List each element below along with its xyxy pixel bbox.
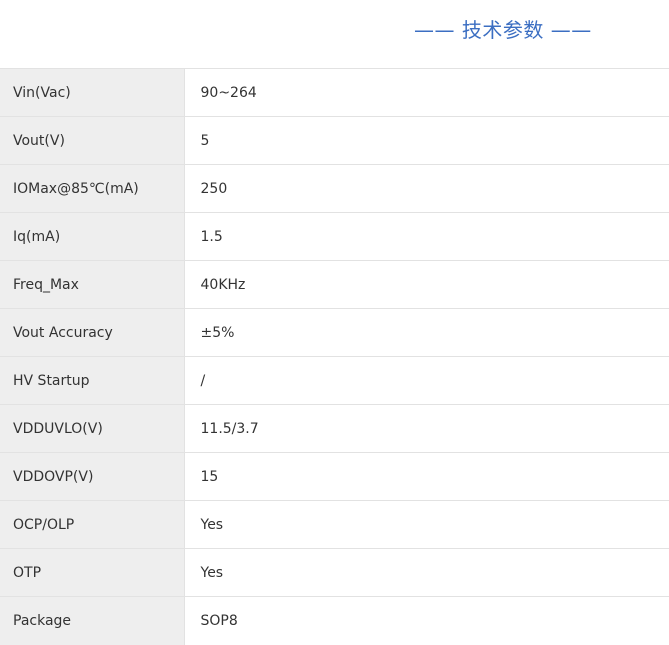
specs-table-body: Vin(Vac) 90~264 Vout(V) 5 IOMax@85℃(mA) … [0, 68, 669, 645]
param-name-cell: IOMax@85℃(mA) [0, 164, 185, 213]
param-value-cell: 250 [184, 164, 669, 213]
param-name-cell: VDDUVLO(V) [0, 404, 185, 453]
table-row: Package SOP8 [0, 596, 669, 645]
param-name-cell: Package [0, 596, 185, 645]
param-value-cell: 11.5/3.7 [184, 404, 669, 453]
param-value-cell: 5 [184, 116, 669, 165]
param-name-cell: Freq_Max [0, 260, 185, 309]
table-row: Freq_Max 40KHz [0, 260, 669, 309]
table-row: OTP Yes [0, 548, 669, 597]
param-name-cell: VDDOVP(V) [0, 452, 185, 501]
param-value-cell: 1.5 [184, 212, 669, 261]
table-row: Vout Accuracy ±5% [0, 308, 669, 357]
section-header: —— 技术参数 —— [0, 0, 669, 68]
section-title: —— 技术参数 —— [414, 18, 592, 42]
param-name-cell: HV Startup [0, 356, 185, 405]
param-value-cell: SOP8 [184, 596, 669, 645]
param-name-cell: Vout Accuracy [0, 308, 185, 357]
table-row: VDDUVLO(V) 11.5/3.7 [0, 404, 669, 453]
param-value-cell: Yes [184, 500, 669, 549]
table-row: HV Startup / [0, 356, 669, 405]
param-value-cell: / [184, 356, 669, 405]
param-name-cell: OTP [0, 548, 185, 597]
table-row: OCP/OLP Yes [0, 500, 669, 549]
table-row: Vout(V) 5 [0, 116, 669, 165]
param-value-cell: 40KHz [184, 260, 669, 309]
table-row: Iq(mA) 1.5 [0, 212, 669, 261]
param-value-cell: Yes [184, 548, 669, 597]
param-name-cell: Iq(mA) [0, 212, 185, 261]
param-name-cell: Vout(V) [0, 116, 185, 165]
specs-table: Vin(Vac) 90~264 Vout(V) 5 IOMax@85℃(mA) … [0, 68, 669, 645]
param-value-cell: ±5% [184, 308, 669, 357]
param-name-cell: Vin(Vac) [0, 68, 185, 117]
param-value-cell: 15 [184, 452, 669, 501]
table-row: Vin(Vac) 90~264 [0, 68, 669, 117]
table-row: IOMax@85℃(mA) 250 [0, 164, 669, 213]
table-row: VDDOVP(V) 15 [0, 452, 669, 501]
param-name-cell: OCP/OLP [0, 500, 185, 549]
param-value-cell: 90~264 [184, 68, 669, 117]
